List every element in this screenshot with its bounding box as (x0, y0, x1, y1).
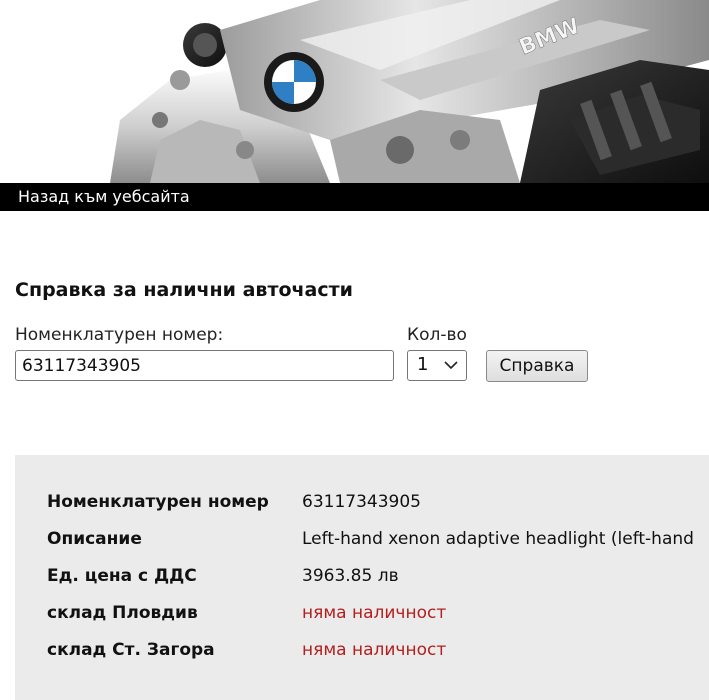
part-number-input[interactable] (15, 350, 394, 381)
result-label: склад Пловдив (47, 603, 198, 623)
result-row-price: Ед. цена с ДДС 3963.85 лв (47, 564, 709, 588)
engine-banner-image: BMW (0, 0, 709, 183)
availability-status: няма наличност (302, 603, 447, 623)
back-to-website-link[interactable]: Назад към уебсайта (18, 187, 190, 207)
result-value: 63117343905 (302, 492, 421, 512)
results-panel: Номенклатурен номер 63117343905 Описание… (15, 455, 709, 700)
result-label: Ед. цена с ДДС (47, 566, 197, 586)
result-row-description: Описание Left-hand xenon adaptive headli… (47, 527, 709, 551)
quantity-select[interactable]: 1 (407, 350, 467, 381)
result-value: 3963.85 лв (302, 566, 399, 586)
result-label: Номенклатурен номер (47, 492, 269, 512)
chevron-down-icon (444, 361, 458, 370)
result-row-warehouse-stara-zagora: склад Ст. Загора няма наличност (47, 638, 709, 662)
result-label: Описание (47, 529, 142, 549)
quantity-selected-value: 1 (417, 354, 429, 375)
result-value: Left-hand xenon adaptive headlight (left… (302, 529, 694, 549)
availability-status: няма наличност (302, 640, 447, 660)
back-bar: Назад към уебсайта (0, 183, 709, 211)
part-number-label: Номенклатурен номер: (15, 325, 224, 345)
result-row-part-number: Номенклатурен номер 63117343905 (47, 490, 709, 514)
result-row-warehouse-plovdiv: склад Пловдив няма наличност (47, 601, 709, 625)
page: BMW Назад към уебсайта Справка за наличн… (0, 0, 709, 700)
result-label: склад Ст. Загора (47, 640, 215, 660)
quantity-label: Кол-во (407, 325, 467, 345)
page-title: Справка за налични авточасти (15, 279, 353, 301)
lookup-button[interactable]: Справка (486, 350, 588, 382)
